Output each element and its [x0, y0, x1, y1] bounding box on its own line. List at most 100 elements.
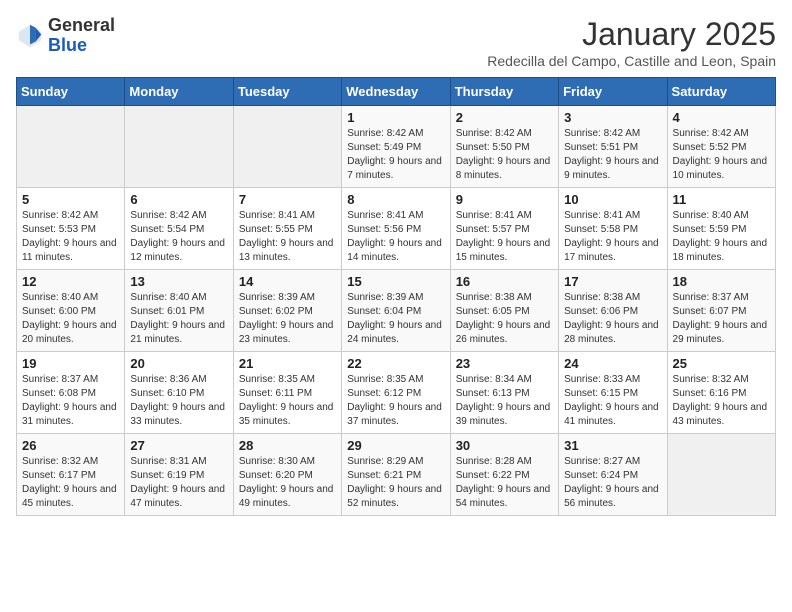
day-number: 3	[564, 110, 661, 125]
day-cell: 17 Sunrise: 8:38 AMSunset: 6:06 PMDayligh…	[559, 270, 667, 352]
day-info: Sunrise: 8:41 AMSunset: 5:56 PMDaylight:…	[347, 209, 444, 265]
week-row-2: 5 Sunrise: 8:42 AMSunset: 5:53 PMDaylight…	[17, 188, 776, 270]
day-number: 25	[673, 356, 770, 371]
day-number: 16	[456, 274, 553, 289]
column-header-tuesday: Tuesday	[233, 78, 341, 106]
day-info: Sunrise: 8:32 AMSunset: 6:17 PMDaylight:…	[22, 455, 119, 511]
day-info: Sunrise: 8:41 AMSunset: 5:57 PMDaylight:…	[456, 209, 553, 265]
day-number: 18	[673, 274, 770, 289]
day-cell: 26 Sunrise: 8:32 AMSunset: 6:17 PMDayligh…	[17, 434, 125, 516]
day-cell	[233, 106, 341, 188]
day-info: Sunrise: 8:37 AMSunset: 6:08 PMDaylight:…	[22, 373, 119, 429]
day-cell: 6 Sunrise: 8:42 AMSunset: 5:54 PMDaylight…	[125, 188, 233, 270]
day-info: Sunrise: 8:40 AMSunset: 6:00 PMDaylight:…	[22, 291, 119, 347]
day-number: 31	[564, 438, 661, 453]
day-cell: 25Sunrise: 8:32 AMSunset: 6:16 PMDayligh…	[667, 352, 775, 434]
day-info: Sunrise: 8:28 AMSunset: 6:22 PMDaylight:…	[456, 455, 553, 511]
day-info: Sunrise: 8:40 AMSunset: 5:59 PMDaylight:…	[673, 209, 770, 265]
day-number: 22	[347, 356, 444, 371]
column-header-thursday: Thursday	[450, 78, 558, 106]
day-info: Sunrise: 8:42 AMSunset: 5:54 PMDaylight:…	[130, 209, 227, 265]
day-cell: 30 Sunrise: 8:28 AMSunset: 6:22 PMDayligh…	[450, 434, 558, 516]
day-info: Sunrise: 8:41 AMSunset: 5:55 PMDaylight:…	[239, 209, 336, 265]
day-cell: 10Sunrise: 8:41 AMSunset: 5:58 PMDayligh…	[559, 188, 667, 270]
day-info: Sunrise: 8:34 AMSunset: 6:13 PMDaylight:…	[456, 373, 553, 429]
day-info: Sunrise: 8:30 AMSunset: 6:20 PMDaylight:…	[239, 455, 336, 511]
calendar-header: SundayMondayTuesdayWednesdayThursdayFrid…	[17, 78, 776, 106]
day-cell: 3Sunrise: 8:42 AMSunset: 5:51 PMDaylight…	[559, 106, 667, 188]
day-info: Sunrise: 8:40 AMSunset: 6:01 PMDaylight:…	[130, 291, 227, 347]
day-cell: 27 Sunrise: 8:31 AMSunset: 6:19 PMDayligh…	[125, 434, 233, 516]
day-cell: 12 Sunrise: 8:40 AMSunset: 6:00 PMDayligh…	[17, 270, 125, 352]
day-number: 26	[22, 438, 119, 453]
logo-text: General Blue	[48, 16, 115, 56]
calendar-body: 1 Sunrise: 8:42 AMSunset: 5:49 PMDaylight…	[17, 106, 776, 516]
week-row-1: 1 Sunrise: 8:42 AMSunset: 5:49 PMDaylight…	[17, 106, 776, 188]
day-cell: 16 Sunrise: 8:38 AMSunset: 6:05 PMDayligh…	[450, 270, 558, 352]
day-cell: 23Sunrise: 8:34 AMSunset: 6:13 PMDayligh…	[450, 352, 558, 434]
day-number: 11	[673, 192, 770, 207]
day-cell: 1 Sunrise: 8:42 AMSunset: 5:49 PMDaylight…	[342, 106, 450, 188]
day-info: Sunrise: 8:37 AMSunset: 6:07 PMDaylight:…	[673, 291, 770, 347]
day-info: Sunrise: 8:38 AMSunset: 6:05 PMDaylight:…	[456, 291, 553, 347]
logo: General Blue	[16, 16, 115, 56]
day-info: Sunrise: 8:42 AMSunset: 5:49 PMDaylight:…	[347, 127, 444, 183]
day-cell: 8 Sunrise: 8:41 AMSunset: 5:56 PMDaylight…	[342, 188, 450, 270]
day-number: 17	[564, 274, 661, 289]
day-info: Sunrise: 8:38 AMSunset: 6:06 PMDaylight:…	[564, 291, 661, 347]
week-row-5: 26 Sunrise: 8:32 AMSunset: 6:17 PMDayligh…	[17, 434, 776, 516]
day-info: Sunrise: 8:31 AMSunset: 6:19 PMDaylight:…	[130, 455, 227, 511]
header-row: SundayMondayTuesdayWednesdayThursdayFrid…	[17, 78, 776, 106]
day-cell: 29Sunrise: 8:29 AMSunset: 6:21 PMDayligh…	[342, 434, 450, 516]
day-number: 14	[239, 274, 336, 289]
day-cell: 15 Sunrise: 8:39 AMSunset: 6:04 PMDayligh…	[342, 270, 450, 352]
day-cell: 2 Sunrise: 8:42 AMSunset: 5:50 PMDaylight…	[450, 106, 558, 188]
day-info: Sunrise: 8:42 AMSunset: 5:50 PMDaylight:…	[456, 127, 553, 183]
day-cell: 7 Sunrise: 8:41 AMSunset: 5:55 PMDaylight…	[233, 188, 341, 270]
page-header: General Blue January 2025 Redecilla del …	[16, 16, 776, 69]
day-cell: 28 Sunrise: 8:30 AMSunset: 6:20 PMDayligh…	[233, 434, 341, 516]
day-info: Sunrise: 8:42 AMSunset: 5:52 PMDaylight:…	[673, 127, 770, 183]
day-cell	[125, 106, 233, 188]
day-cell: 22 Sunrise: 8:35 AMSunset: 6:12 PMDayligh…	[342, 352, 450, 434]
day-number: 29	[347, 438, 444, 453]
day-info: Sunrise: 8:33 AMSunset: 6:15 PMDaylight:…	[564, 373, 661, 429]
day-cell: 20Sunrise: 8:36 AMSunset: 6:10 PMDayligh…	[125, 352, 233, 434]
day-number: 30	[456, 438, 553, 453]
day-number: 12	[22, 274, 119, 289]
week-row-3: 12 Sunrise: 8:40 AMSunset: 6:00 PMDayligh…	[17, 270, 776, 352]
day-info: Sunrise: 8:35 AMSunset: 6:12 PMDaylight:…	[347, 373, 444, 429]
day-info: Sunrise: 8:39 AMSunset: 6:04 PMDaylight:…	[347, 291, 444, 347]
day-number: 8	[347, 192, 444, 207]
day-cell: 18 Sunrise: 8:37 AMSunset: 6:07 PMDayligh…	[667, 270, 775, 352]
day-number: 6	[130, 192, 227, 207]
day-info: Sunrise: 8:39 AMSunset: 6:02 PMDaylight:…	[239, 291, 336, 347]
day-number: 24	[564, 356, 661, 371]
title-block: January 2025 Redecilla del Campo, Castil…	[487, 16, 776, 69]
column-header-saturday: Saturday	[667, 78, 775, 106]
column-header-sunday: Sunday	[17, 78, 125, 106]
day-cell: 9 Sunrise: 8:41 AMSunset: 5:57 PMDaylight…	[450, 188, 558, 270]
column-header-wednesday: Wednesday	[342, 78, 450, 106]
day-info: Sunrise: 8:36 AMSunset: 6:10 PMDaylight:…	[130, 373, 227, 429]
day-number: 4	[673, 110, 770, 125]
day-info: Sunrise: 8:42 AMSunset: 5:53 PMDaylight:…	[22, 209, 119, 265]
day-cell: 11 Sunrise: 8:40 AMSunset: 5:59 PMDayligh…	[667, 188, 775, 270]
day-number: 15	[347, 274, 444, 289]
calendar-title: January 2025	[487, 16, 776, 53]
calendar-table: SundayMondayTuesdayWednesdayThursdayFrid…	[16, 77, 776, 516]
day-cell	[17, 106, 125, 188]
day-info: Sunrise: 8:35 AMSunset: 6:11 PMDaylight:…	[239, 373, 336, 429]
day-number: 27	[130, 438, 227, 453]
day-number: 1	[347, 110, 444, 125]
day-number: 28	[239, 438, 336, 453]
logo-icon	[16, 22, 44, 50]
day-cell: 21Sunrise: 8:35 AMSunset: 6:11 PMDayligh…	[233, 352, 341, 434]
day-number: 10	[564, 192, 661, 207]
day-number: 5	[22, 192, 119, 207]
day-number: 7	[239, 192, 336, 207]
day-cell	[667, 434, 775, 516]
day-number: 9	[456, 192, 553, 207]
calendar-subtitle: Redecilla del Campo, Castille and Leon, …	[487, 53, 776, 69]
day-number: 2	[456, 110, 553, 125]
